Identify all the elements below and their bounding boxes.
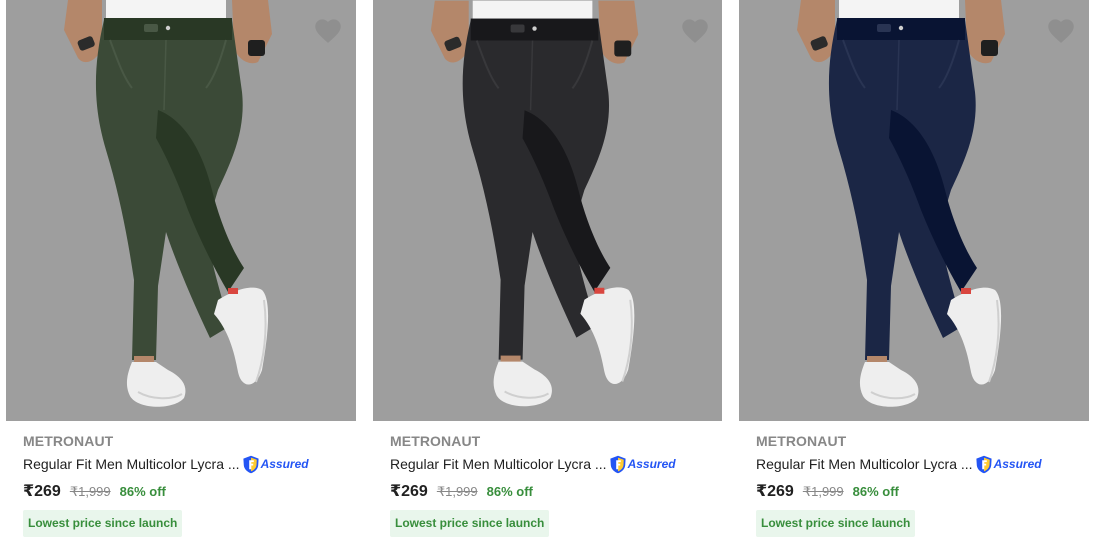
discount-percent: 86% off	[486, 484, 533, 499]
assured-label: Assured	[993, 457, 1042, 471]
heart-icon	[682, 19, 708, 43]
sneaker	[493, 361, 552, 407]
product-card[interactable]: METRONAUT Regular Fit Men Multicolor Lyc…	[733, 0, 1100, 545]
wishlist-button[interactable]	[1046, 16, 1076, 44]
wishlist-button[interactable]	[680, 16, 710, 44]
sneaker	[126, 362, 186, 407]
original-price: ₹1,999	[802, 484, 844, 499]
brand-name: METRONAUT	[23, 433, 114, 449]
title-row: Regular Fit Men Multicolor Lycra ... Ass…	[23, 454, 309, 474]
product-grid: METRONAUT Regular Fit Men Multicolor Lyc…	[0, 0, 1110, 545]
assured-badge: Assured	[242, 455, 309, 474]
title-row: Regular Fit Men Multicolor Lycra ... Ass…	[390, 454, 676, 474]
product-image[interactable]	[739, 0, 1089, 421]
watch	[614, 40, 632, 57]
price-row: ₹269 ₹1,999 86% off	[390, 481, 533, 501]
trousers-photo	[797, 0, 1005, 407]
product-card[interactable]: METRONAUT Regular Fit Men Multicolor Lyc…	[367, 0, 734, 545]
wishlist-button[interactable]	[313, 16, 343, 44]
discount-percent: 86% off	[119, 484, 166, 499]
belt-tab	[144, 24, 158, 32]
brand-name: METRONAUT	[756, 433, 847, 449]
belt-tab	[510, 24, 525, 33]
trousers-photo	[64, 0, 272, 407]
assured-label: Assured	[627, 457, 676, 471]
left-arm	[430, 0, 469, 63]
left-arm	[64, 0, 102, 63]
lowest-price-badge: Lowest price since launch	[390, 510, 550, 537]
button	[165, 25, 171, 31]
original-price: ₹1,999	[69, 484, 111, 499]
button	[532, 26, 537, 31]
selling-price: ₹269	[390, 483, 428, 500]
shoe-logo	[228, 288, 238, 294]
price-row: ₹269 ₹1,999 86% off	[23, 481, 166, 501]
price-row: ₹269 ₹1,999 86% off	[756, 481, 899, 501]
shoe-logo	[594, 287, 605, 294]
heart-icon	[315, 19, 341, 43]
flipkart-assured-icon	[242, 455, 259, 473]
brand-name: METRONAUT	[390, 433, 481, 449]
product-title[interactable]: Regular Fit Men Multicolor Lycra ...	[756, 456, 973, 472]
left-arm	[797, 0, 835, 63]
product-card[interactable]: METRONAUT Regular Fit Men Multicolor Lyc…	[0, 0, 367, 545]
selling-price: ₹269	[23, 483, 61, 500]
heart-icon	[1048, 19, 1074, 43]
title-row: Regular Fit Men Multicolor Lycra ... Ass…	[756, 454, 1042, 474]
original-price: ₹1,999	[436, 484, 478, 499]
lowest-price-badge: Lowest price since launch	[23, 510, 183, 537]
selling-price: ₹269	[756, 483, 794, 500]
assured-label: Assured	[260, 457, 309, 471]
belt-tab	[877, 24, 891, 32]
watch	[248, 40, 265, 56]
assured-badge: Assured	[975, 455, 1042, 474]
sneaker	[859, 362, 919, 407]
flipkart-assured-icon	[975, 455, 992, 473]
discount-percent: 86% off	[852, 484, 899, 499]
product-title[interactable]: Regular Fit Men Multicolor Lycra ...	[390, 456, 607, 472]
watch	[981, 40, 998, 56]
button	[898, 25, 904, 31]
trousers-photo	[430, 0, 639, 407]
assured-badge: Assured	[609, 455, 676, 474]
flipkart-assured-icon	[609, 455, 626, 473]
product-title[interactable]: Regular Fit Men Multicolor Lycra ...	[23, 456, 240, 472]
product-image[interactable]	[373, 0, 722, 421]
lowest-price-badge: Lowest price since launch	[756, 510, 916, 537]
product-image[interactable]	[6, 0, 356, 421]
shoe-logo	[961, 288, 971, 294]
